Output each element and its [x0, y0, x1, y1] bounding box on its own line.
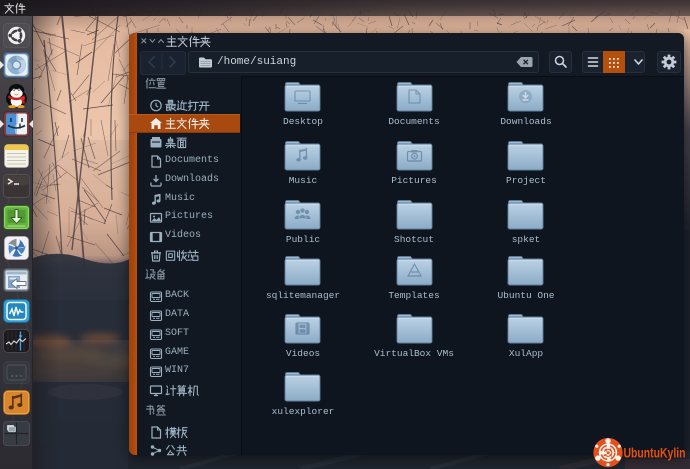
svg-text:UbuntuKylin: UbuntuKylin: [624, 445, 686, 461]
